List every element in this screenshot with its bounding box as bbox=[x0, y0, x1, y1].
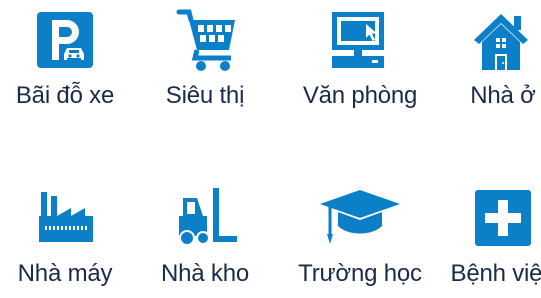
tile-label: Văn phòng bbox=[302, 82, 418, 109]
tile-warehouse[interactable]: Nhà kho bbox=[135, 178, 275, 298]
tile-supermarket[interactable]: Siêu thị bbox=[135, 0, 275, 120]
tile-house[interactable]: Nhà ở bbox=[433, 0, 541, 120]
tile-label: Nhà máy bbox=[17, 260, 113, 287]
computer-icon bbox=[290, 0, 430, 80]
graduation-cap-icon bbox=[290, 178, 430, 258]
tile-school[interactable]: Trường học bbox=[290, 178, 430, 298]
tile-hospital[interactable]: Bệnh viện bbox=[433, 178, 541, 298]
hospital-cross-icon bbox=[433, 178, 541, 258]
tile-label: Nhà ở bbox=[470, 82, 536, 109]
factory-icon bbox=[0, 178, 135, 258]
shopping-cart-icon bbox=[135, 0, 275, 80]
tile-factory[interactable]: Nhà máy bbox=[0, 178, 135, 298]
forklift-icon bbox=[135, 178, 275, 258]
tile-label: Trường học bbox=[298, 260, 422, 287]
tile-label: Nhà kho bbox=[161, 260, 249, 287]
tile-office[interactable]: Văn phòng bbox=[290, 0, 430, 120]
tile-parking[interactable]: Bãi đỗ xe bbox=[0, 0, 135, 120]
house-icon bbox=[433, 0, 541, 80]
tile-label: Bãi đỗ xe bbox=[15, 82, 115, 109]
tile-label: Bệnh viện bbox=[450, 260, 541, 287]
tile-label: Siêu thị bbox=[165, 82, 245, 109]
parking-icon bbox=[0, 0, 135, 80]
